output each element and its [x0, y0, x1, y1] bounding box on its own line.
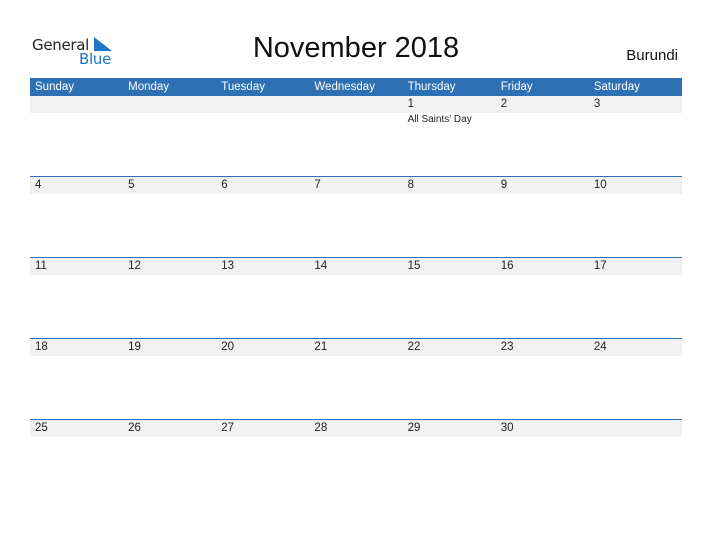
holiday-label	[589, 275, 682, 276]
date-band: 4 5 6 7 8 9 10	[30, 177, 682, 194]
holiday-label	[30, 356, 123, 357]
day-number: 14	[314, 260, 328, 272]
day-number: 11	[35, 260, 47, 272]
holiday-label	[309, 356, 402, 357]
weekday-monday: Monday	[128, 81, 170, 93]
day-number: 5	[128, 179, 135, 191]
day-number: 23	[500, 341, 514, 353]
day-number: 8	[407, 179, 414, 191]
day-number: 7	[314, 179, 321, 191]
holiday-label	[216, 113, 309, 125]
holiday-label	[30, 113, 123, 125]
day-number: 18	[35, 341, 48, 353]
week-row: 18 19 20 21 22 23 24	[30, 338, 682, 419]
events-area	[30, 437, 682, 438]
day-number: 20	[221, 341, 235, 353]
events-area	[30, 194, 682, 195]
holiday-label	[309, 437, 402, 438]
day-number: 1	[407, 98, 414, 110]
day-number: 3	[593, 98, 601, 110]
holiday-label	[403, 437, 496, 438]
day-number: 13	[221, 260, 235, 272]
weekday-thursday: Thursday	[407, 81, 456, 93]
day-number: 12	[128, 260, 141, 272]
holiday-label	[309, 194, 402, 195]
holiday-label	[30, 437, 123, 438]
weekday-tuesday: Tuesday	[221, 81, 265, 93]
holiday-label	[123, 275, 216, 276]
day-number: 19	[128, 341, 141, 353]
holiday-label: All Saints' Day	[407, 114, 472, 125]
day-number: 28	[314, 422, 328, 434]
holiday-label	[123, 194, 216, 195]
holiday-label	[123, 356, 216, 357]
holiday-label	[496, 113, 589, 125]
events-area	[30, 275, 682, 276]
holiday-label	[309, 113, 402, 125]
holiday-label	[403, 356, 496, 357]
holiday-label	[30, 275, 123, 276]
date-band: 18 19 20 21 22 23 24	[30, 339, 682, 356]
date-band: 11 12 13 14 15 16 17	[30, 258, 682, 275]
day-number: 9	[500, 179, 508, 191]
day-number: 4	[35, 179, 42, 191]
holiday-label	[216, 437, 309, 438]
day-number: 26	[128, 422, 141, 434]
date-band: 1 2 3	[30, 96, 682, 113]
calendar-title: November 2018	[252, 32, 460, 64]
events-area	[30, 356, 682, 357]
holiday-label	[589, 356, 682, 357]
week-row: 4 5 6 7 8 9 10	[30, 176, 682, 257]
holiday-label	[216, 356, 309, 357]
day-number	[589, 420, 682, 437]
holiday-label	[403, 275, 496, 276]
weekday-sunday: Sunday	[35, 81, 75, 93]
day-number: 6	[221, 179, 228, 191]
holiday-label	[403, 194, 496, 195]
day-number: 10	[593, 179, 607, 191]
day-number: 27	[221, 422, 235, 434]
day-number	[216, 96, 309, 113]
events-area: All Saints' Day	[30, 113, 682, 125]
holiday-label	[589, 194, 682, 195]
day-number: 30	[500, 422, 514, 434]
day-number	[30, 96, 123, 113]
holiday-label	[216, 194, 309, 195]
day-number: 22	[407, 341, 421, 353]
holiday-label	[496, 194, 589, 195]
weekday-header: Sunday Monday Tuesday Wednesday Thursday…	[30, 78, 682, 96]
holiday-label	[123, 437, 216, 438]
day-number	[309, 96, 402, 113]
holiday-label	[309, 275, 402, 276]
day-number: 15	[407, 260, 421, 272]
day-number: 17	[593, 260, 607, 272]
holiday-label	[496, 275, 589, 276]
holiday-label	[496, 356, 589, 357]
week-row: 1 2 3 All Saints' Day	[30, 96, 682, 177]
day-number: 29	[407, 422, 421, 434]
holiday-label	[589, 437, 682, 438]
holiday-label	[589, 113, 682, 125]
date-band: 25 26 27 28 29 30	[30, 420, 682, 437]
week-row: 25 26 27 28 29 30	[30, 419, 682, 500]
holiday-label	[216, 275, 309, 276]
holiday-label	[30, 194, 123, 195]
day-number: 2	[500, 98, 508, 110]
holiday-label	[123, 113, 216, 125]
day-number: 25	[35, 422, 48, 434]
weekday-wednesday: Wednesday	[314, 81, 375, 93]
week-row: 11 12 13 14 15 16 17	[30, 257, 682, 338]
day-number	[123, 96, 216, 113]
day-number: 21	[314, 341, 328, 353]
weekday-saturday: Saturday	[593, 81, 640, 93]
day-number: 24	[593, 341, 607, 353]
weekday-friday: Friday	[500, 81, 533, 93]
holiday-label	[496, 437, 589, 438]
country-label: Burundi	[626, 47, 678, 64]
day-number: 16	[500, 260, 514, 272]
